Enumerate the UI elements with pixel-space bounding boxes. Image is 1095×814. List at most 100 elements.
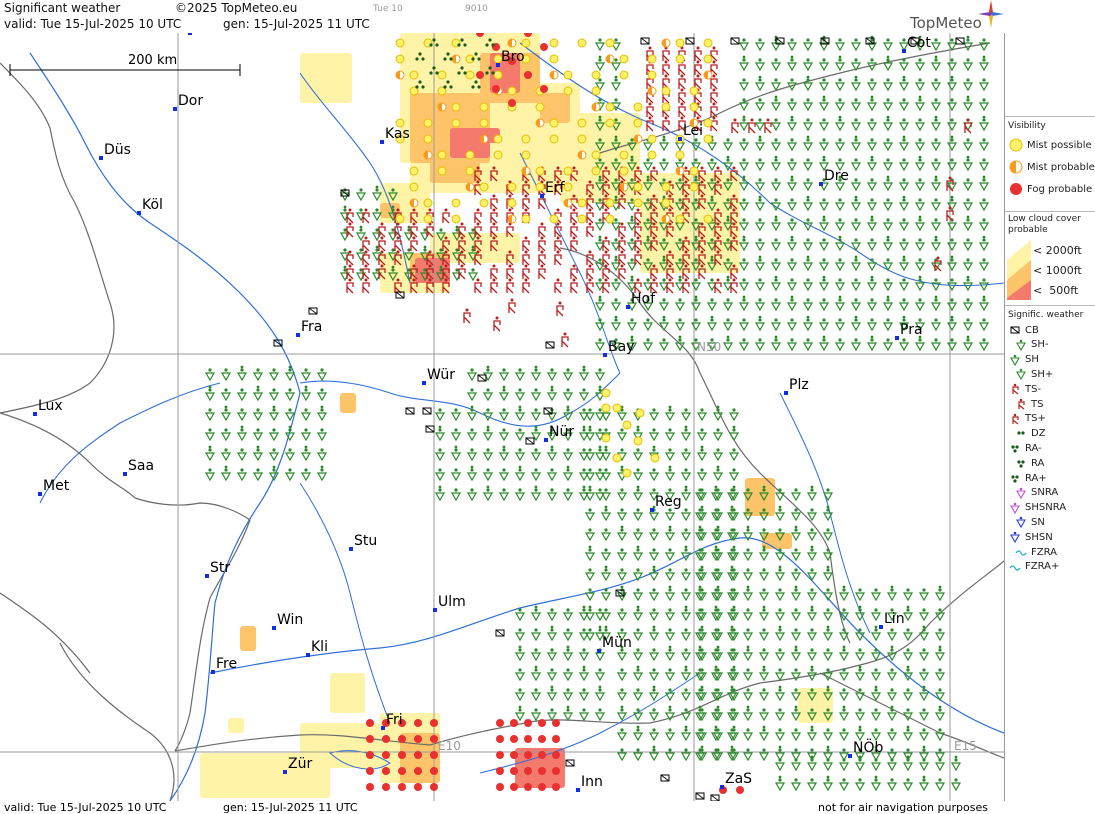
shower-icon (664, 405, 676, 422)
shower-icon (962, 318, 974, 332)
mist-possible-icon (619, 150, 629, 160)
shower-icon (770, 298, 782, 312)
fog-probable-icon (492, 85, 500, 93)
shower-icon (786, 218, 798, 232)
shower-icon (482, 448, 494, 462)
mist-probable-icon (633, 134, 643, 144)
gen-time-header: gen: 15-Jul-2025 11 UTC (223, 17, 370, 31)
shower-icon (530, 365, 542, 382)
city-label: NÖb (853, 738, 883, 756)
shower-icon (930, 138, 942, 152)
fog-probable-icon (398, 767, 406, 775)
shower-icon (978, 98, 990, 112)
legend-shower-label: SH (1025, 354, 1039, 366)
thunderstorm-icon (682, 278, 690, 294)
thunderstorm-icon (474, 278, 482, 294)
shower-icon (854, 588, 866, 602)
city-dot (540, 194, 544, 198)
shower-icon (818, 58, 830, 72)
shower-icon (802, 135, 814, 152)
shower-icon (898, 278, 910, 292)
shower-icon (978, 258, 990, 272)
shower-icon (818, 298, 830, 312)
shower-icon (594, 368, 606, 382)
shower-icon (898, 75, 910, 92)
shower-icon (530, 485, 542, 502)
shower-icon (450, 468, 462, 482)
shower-icon (738, 38, 750, 52)
legend-drizzle-row: DZ (1015, 427, 1046, 441)
legend-thunderstorm-row: TS (1015, 397, 1043, 411)
cb-icon (710, 794, 720, 801)
shower-icon (674, 335, 686, 352)
mist-probable-icon (675, 166, 685, 176)
shower-icon (562, 488, 574, 502)
legend-low-cloud-1000: < 1000ft (1033, 264, 1082, 277)
shower-icon (770, 155, 782, 172)
shower-icon (930, 318, 942, 332)
shower-icon (530, 408, 542, 422)
cb-icon (730, 37, 740, 45)
shower-icon (754, 98, 766, 112)
shower-icon (898, 338, 910, 352)
city-dot (496, 63, 500, 67)
mist-possible-icon (423, 198, 433, 208)
shower-icon (498, 488, 510, 502)
shower-icon (882, 158, 894, 172)
shower-icon (838, 688, 850, 702)
mist-probable-icon (619, 182, 629, 192)
low-cloud-area (240, 626, 256, 651)
shower-icon (530, 605, 542, 622)
shower-icon (850, 338, 862, 352)
chart-title: Significant weather (4, 1, 121, 15)
shower-icon (674, 318, 686, 332)
shower-icon (834, 78, 846, 92)
shower-icon (738, 175, 750, 192)
city-marker: Bro (496, 49, 525, 67)
fog-probable-icon (552, 735, 560, 743)
city-label: Dre (824, 168, 849, 184)
thunderstorm-icon (522, 236, 530, 252)
topmeteo-logo-text[interactable]: TopMeteo (910, 14, 982, 32)
legend-drizzle-label: DZ (1031, 428, 1046, 440)
shower-icon (696, 468, 708, 482)
shower-icon (918, 708, 930, 722)
shower-icon (838, 585, 850, 602)
city-label: Win (277, 612, 303, 628)
shower-icon (680, 408, 692, 422)
shower-icon (946, 178, 958, 192)
shower-icon (514, 405, 526, 422)
city-dot (205, 574, 209, 578)
shower-icon (898, 298, 910, 312)
shower-icon (790, 585, 802, 602)
shower-icon (706, 298, 718, 312)
legend-freezing-rain-label: FZRA (1031, 546, 1057, 558)
shower-icon (584, 448, 596, 462)
shower-icon (466, 488, 478, 502)
shower-icon (648, 428, 660, 442)
city-label: ZaS (725, 771, 752, 787)
fog-probable-icon (382, 783, 390, 791)
shower-icon (754, 238, 766, 252)
shower-icon (882, 338, 894, 352)
shower-icon (866, 95, 878, 112)
shower-icon (742, 628, 754, 642)
city-dot (123, 472, 127, 476)
mist-probable-icon (661, 38, 671, 48)
thunderstorm-icon (538, 250, 546, 266)
shower-icon (738, 158, 750, 172)
shower-icon (236, 365, 248, 382)
mist-possible-icon (703, 54, 713, 64)
shower-icon (934, 705, 946, 722)
weather-map[interactable]: Mün Bro Cot Dor Kas Lei Düs Erf Dre Köl Hof Fra Pra B… (0, 33, 1004, 801)
thunderstorm-icon (748, 118, 756, 134)
shower-icon (616, 608, 628, 622)
shower-icon (870, 758, 882, 772)
fog-probable-icon (414, 719, 422, 727)
mist-probable-icon (507, 214, 517, 224)
shower-icon (886, 688, 898, 702)
low-cloud-ramp-icon (1007, 240, 1031, 300)
cb-icon (422, 407, 432, 415)
shower-icon (220, 368, 232, 382)
shower-icon (754, 218, 766, 232)
